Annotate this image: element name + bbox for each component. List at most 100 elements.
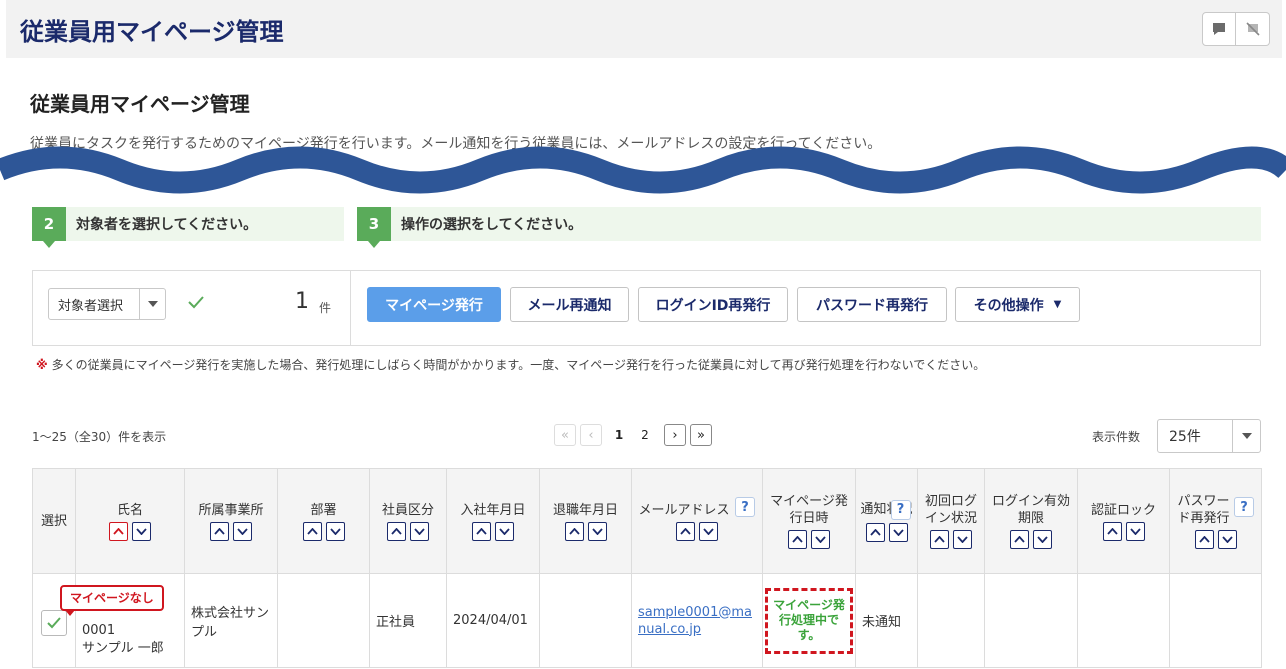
other-actions-button[interactable]: その他操作 ▼ <box>955 287 1080 322</box>
result-range: 1～25（全30）件を表示 <box>32 430 167 444</box>
help-icon[interactable]: ? <box>890 499 911 520</box>
notify-value: 未通知 <box>862 615 902 630</box>
sort-desc-button[interactable] <box>325 521 345 541</box>
col-name: 氏名 <box>75 468 185 574</box>
sort-asc-button[interactable] <box>930 530 949 549</box>
chat-button[interactable] <box>1202 12 1236 46</box>
cell-notify: 未通知 <box>855 573 918 668</box>
sort-down-icon <box>815 536 826 543</box>
cell-office: 株式会社サンプル <box>184 573 278 668</box>
employee-name: サンプル 一郎 <box>82 640 164 656</box>
sort-desc-button[interactable] <box>811 530 830 549</box>
sort-desc-button[interactable] <box>1033 530 1052 549</box>
note-text: 多くの従業員にマイページ発行を実施した場合、発行処理にしばらく時間がかかります。… <box>51 358 986 372</box>
sort-desc-button[interactable] <box>699 521 718 541</box>
reissue-password-button[interactable]: パスワード再発行 <box>797 287 947 322</box>
warning-note: ※ 多くの従業員にマイページ発行を実施した場合、発行処理にしばらく時間がかかります… <box>36 356 985 373</box>
sort-asc-button[interactable] <box>302 521 322 541</box>
sort-controls <box>1081 521 1166 541</box>
help-icon[interactable]: ? <box>1234 497 1254 517</box>
per-page-label: 表示件数 <box>1092 430 1141 444</box>
first-page-button[interactable]: « <box>554 424 576 446</box>
sort-desc-button[interactable] <box>888 522 908 542</box>
sort-asc-button[interactable] <box>1194 530 1214 549</box>
resend-mail-button[interactable]: メール再通知 <box>510 287 629 322</box>
caret-down-icon: ▼ <box>1053 299 1062 310</box>
col-auth-lock-label: 認証ロック <box>1090 502 1156 518</box>
top-bar-buttons <box>1202 12 1270 46</box>
per-page-select[interactable]: 25件 <box>1157 419 1261 453</box>
sort-down-icon <box>499 527 510 535</box>
per-page-arrow[interactable] <box>1232 420 1260 452</box>
sort-desc-button[interactable] <box>132 521 151 541</box>
target-select-arrow[interactable] <box>139 289 165 319</box>
app-title: 従業員用マイページ管理 <box>20 18 284 46</box>
sort-up-icon <box>476 527 487 535</box>
sort-down-icon <box>892 528 904 536</box>
col-first-login-label: 初回ログイン状況 <box>924 494 977 526</box>
step-number: 2 <box>32 207 66 248</box>
sort-up-icon <box>1198 536 1210 543</box>
sort-down-icon <box>591 527 603 535</box>
sort-desc-button[interactable] <box>495 521 514 541</box>
step-label: 操作の選択をしてください。 <box>401 217 583 233</box>
notification-off-button[interactable] <box>1236 12 1270 46</box>
page-2-link[interactable]: 2 <box>632 428 658 442</box>
col-select: 選択 <box>32 468 76 574</box>
check-icon <box>188 296 204 309</box>
sort-desc-button[interactable] <box>410 521 429 541</box>
sort-controls <box>1173 530 1258 549</box>
email-link[interactable]: sample0001@manual.co.jp <box>638 605 752 637</box>
col-email: メールアドレス ? <box>631 468 763 574</box>
col-emp-type: 社員区分 <box>369 468 447 574</box>
sort-controls <box>543 521 628 541</box>
col-notify: 通知状況 ? <box>855 468 918 574</box>
sort-desc-button[interactable] <box>233 521 252 541</box>
sort-asc-button[interactable] <box>788 530 807 549</box>
reissue-login-id-button[interactable]: ログインID再発行 <box>638 287 788 322</box>
sort-desc-button[interactable] <box>587 521 607 541</box>
cell-join-date: 2024/04/01 <box>446 573 540 668</box>
sort-asc-button[interactable] <box>865 522 885 542</box>
help-icon[interactable]: ? <box>735 497 755 517</box>
sort-asc-button[interactable] <box>1010 530 1029 549</box>
top-bar: 従業員用マイページ管理 <box>6 0 1282 58</box>
issue-mypage-button[interactable]: マイページ発行 <box>367 287 501 322</box>
col-office: 所属事業所 <box>184 468 278 574</box>
check-icon <box>47 617 61 629</box>
no-mypage-badge: マイページなし <box>60 585 164 616</box>
sort-desc-button[interactable] <box>953 530 972 549</box>
sort-asc-button[interactable] <box>472 521 491 541</box>
target-select[interactable]: 対象者選択 <box>48 288 166 320</box>
sort-up-icon <box>391 527 402 535</box>
col-emp-type-label: 社員区分 <box>381 502 434 518</box>
sort-asc-button[interactable] <box>387 521 406 541</box>
sort-asc-button[interactable] <box>564 521 584 541</box>
row-checkbox[interactable] <box>41 610 67 636</box>
col-mypage-date-label: マイページ発行日時 <box>770 494 848 526</box>
sort-controls <box>373 521 443 541</box>
sort-asc-button[interactable] <box>210 521 229 541</box>
sort-desc-button[interactable] <box>1217 530 1237 549</box>
last-page-button[interactable]: » <box>690 424 712 446</box>
sort-asc-button[interactable] <box>1102 521 1122 541</box>
employee-number: 0001 <box>82 622 116 638</box>
next-page-button[interactable]: › <box>664 424 686 446</box>
sort-desc-button[interactable] <box>1125 521 1145 541</box>
col-name-label: 氏名 <box>116 502 143 518</box>
page-1-link[interactable]: 1 <box>606 428 632 442</box>
sort-down-icon <box>1221 536 1233 543</box>
sort-down-icon <box>1037 536 1048 543</box>
sort-asc-button[interactable] <box>109 521 128 541</box>
sort-asc-button[interactable] <box>676 521 695 541</box>
prev-page-button[interactable]: ‹ <box>580 424 602 446</box>
target-select-label: 対象者選択 <box>58 298 124 314</box>
last-page-icon: » <box>697 427 705 443</box>
prev-page-icon: ‹ <box>588 427 594 443</box>
col-first-login: 初回ログイン状況 <box>917 468 985 574</box>
sort-up-icon <box>869 528 881 536</box>
sort-up-icon <box>792 536 803 543</box>
col-mypage-date: マイページ発行日時 <box>762 468 856 574</box>
mypage-processing-status: マイページ発行処理中です。 <box>765 587 853 654</box>
cell-login-expiry <box>984 573 1078 668</box>
